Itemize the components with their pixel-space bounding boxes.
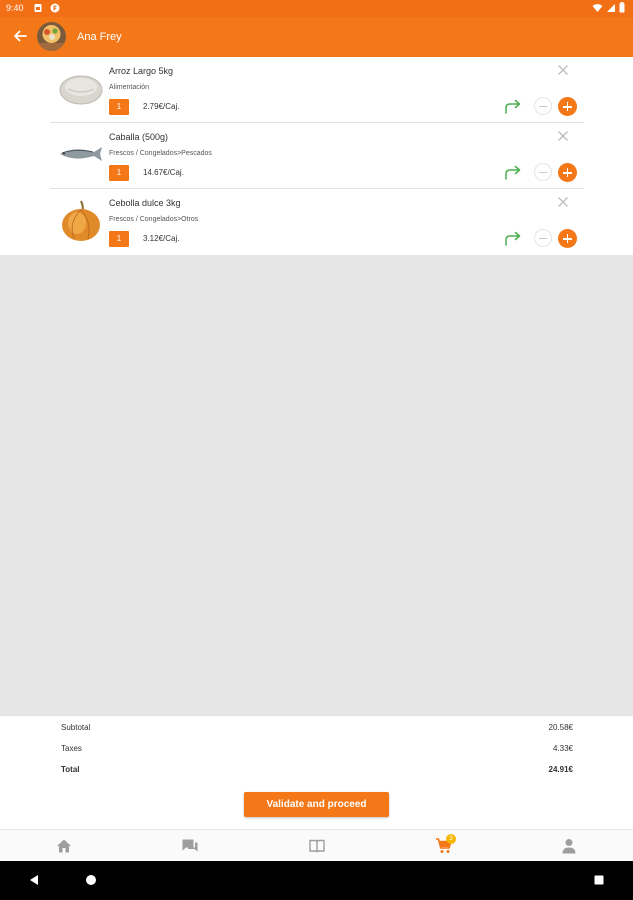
close-icon[interactable] [556, 63, 570, 77]
taxes-label: Taxes [61, 744, 82, 753]
cart-item: Cebolla dulce 3kg Frescos / Congelados>O… [50, 189, 584, 255]
move-item-icon[interactable] [503, 229, 523, 247]
system-back-icon[interactable] [27, 873, 41, 887]
mackerel-fish-icon [60, 147, 102, 161]
status-right-icons [592, 2, 625, 13]
item-name: Cebolla dulce 3kg [109, 198, 181, 208]
bottom-nav: 3 [0, 829, 633, 861]
decrease-quantity-button[interactable] [534, 229, 552, 247]
item-category: Frescos / Congelados>Pescados [109, 150, 212, 157]
item-quantity[interactable]: 1 [109, 165, 129, 181]
avatar-icon[interactable] [37, 22, 66, 51]
wifi-icon [592, 3, 603, 12]
total-label: Total [61, 765, 80, 774]
cart-item: Caballa (500g) Frescos / Congelados>Pesc… [50, 123, 584, 189]
close-icon[interactable] [556, 129, 570, 143]
signal-icon [607, 3, 615, 12]
move-item-icon[interactable] [503, 163, 523, 181]
validate-button[interactable]: Validate and proceed [244, 792, 389, 817]
item-price: 3.12€/Caj. [143, 234, 180, 243]
page-title: Ana Frey [77, 31, 122, 43]
increase-quantity-button[interactable] [558, 97, 577, 116]
chat-icon[interactable] [181, 837, 199, 855]
system-nav-bar [0, 861, 633, 900]
back-arrow-icon[interactable] [12, 28, 28, 44]
order-summary: Subtotal 20.58€ Taxes 4.33€ Total 24.91€… [0, 715, 633, 829]
app-bar: Ana Frey [0, 17, 633, 57]
status-bar: 9:40 [0, 0, 633, 17]
catalog-book-icon[interactable] [308, 837, 326, 855]
decrease-quantity-button[interactable] [534, 163, 552, 181]
item-quantity[interactable]: 1 [109, 231, 129, 247]
battery-icon [619, 2, 625, 13]
item-quantity[interactable]: 1 [109, 99, 129, 115]
cart-item: Arroz Largo 5kg Alimentación 1 2.79€/Caj… [50, 57, 584, 123]
onion-icon [62, 200, 100, 241]
profile-icon[interactable] [560, 837, 578, 855]
decrease-quantity-button[interactable] [534, 97, 552, 115]
close-icon[interactable] [556, 195, 570, 209]
status-time: 9:40 [6, 3, 24, 13]
cart-list: Arroz Largo 5kg Alimentación 1 2.79€/Caj… [0, 57, 633, 255]
item-category: Frescos / Congelados>Otros [109, 216, 199, 223]
subtotal-label: Subtotal [61, 723, 91, 732]
item-name: Arroz Largo 5kg [109, 66, 174, 76]
item-name: Caballa (500g) [109, 132, 169, 142]
sim-card-icon [34, 4, 42, 12]
increase-quantity-button[interactable] [558, 229, 577, 248]
system-home-icon[interactable] [84, 873, 98, 887]
rice-bag-icon [59, 75, 103, 105]
home-icon[interactable] [55, 837, 73, 855]
taxes-value: 4.33€ [552, 744, 573, 753]
increase-quantity-button[interactable] [558, 163, 577, 182]
move-item-icon[interactable] [503, 97, 523, 115]
item-category: Alimentación [109, 84, 150, 91]
item-price: 14.67€/Caj. [143, 168, 184, 177]
app-notification-icon [50, 3, 60, 13]
system-recents-icon[interactable] [592, 873, 606, 887]
total-value: 24.91€ [548, 765, 573, 774]
item-price: 2.79€/Caj. [143, 102, 180, 111]
cart-count-badge: 3 [446, 834, 456, 844]
subtotal-value: 20.58€ [548, 723, 573, 732]
